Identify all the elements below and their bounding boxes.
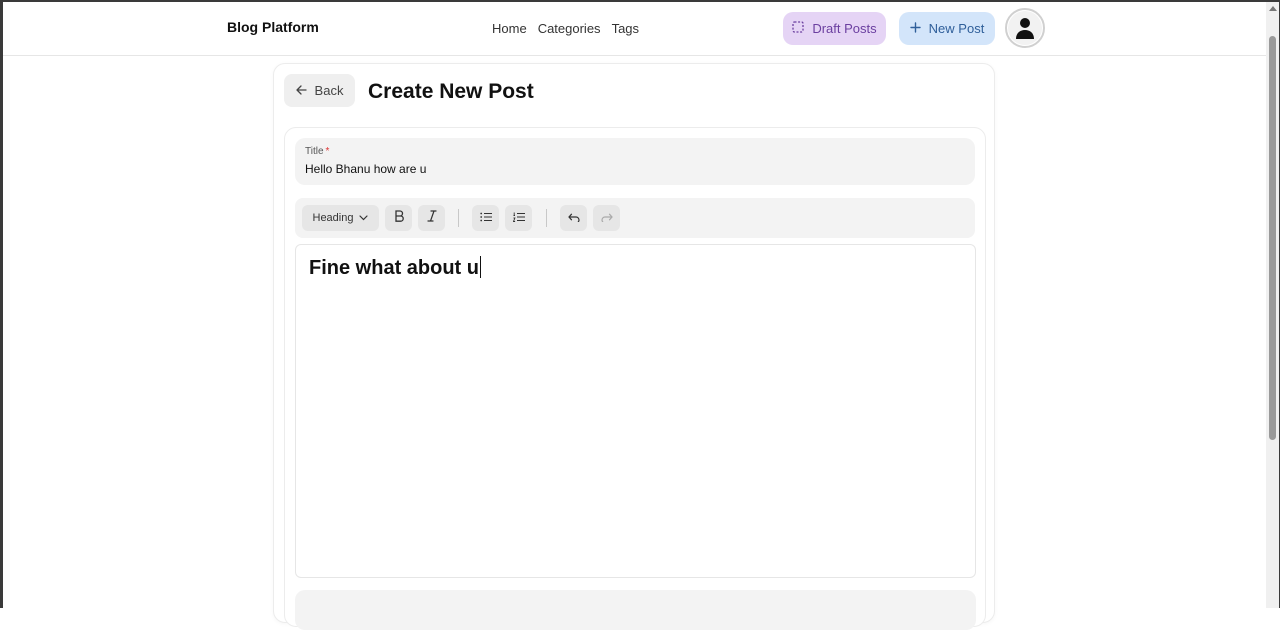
back-button[interactable]: Back bbox=[284, 74, 355, 107]
avatar[interactable] bbox=[1005, 8, 1045, 48]
user-icon bbox=[1008, 11, 1042, 45]
scroll-up-arrow-icon[interactable] bbox=[1269, 6, 1277, 11]
nav-link-home[interactable]: Home bbox=[492, 21, 527, 36]
new-post-button[interactable]: New Post bbox=[899, 12, 995, 45]
required-mark: * bbox=[325, 146, 330, 157]
title-label: Title * bbox=[305, 146, 330, 157]
bold-icon bbox=[394, 209, 404, 227]
create-post-card: Back Create New Post Title* Heading bbox=[273, 63, 995, 630]
page-scrollbar[interactable] bbox=[1266, 2, 1279, 608]
nav-links: Home Categories Tags bbox=[492, 21, 650, 36]
editor-toolbar: Heading bbox=[295, 198, 975, 238]
bold-button[interactable] bbox=[385, 205, 412, 231]
page-title: Create New Post bbox=[368, 80, 534, 103]
brand-logo[interactable]: Blog Platform bbox=[227, 19, 319, 35]
post-form: Title* Heading bbox=[284, 127, 986, 630]
top-navbar: Blog Platform Home Categories Tags Draft… bbox=[3, 2, 1266, 56]
form-footer-section bbox=[295, 590, 976, 630]
dashed-square-icon bbox=[792, 21, 804, 36]
toolbar-divider bbox=[458, 209, 459, 227]
nav-link-tags[interactable]: Tags bbox=[612, 21, 639, 36]
back-label: Back bbox=[314, 83, 344, 98]
title-field[interactable]: Title * bbox=[295, 138, 975, 185]
redo-button[interactable] bbox=[593, 205, 620, 231]
toolbar-divider bbox=[546, 209, 547, 227]
rich-text-editor[interactable]: Fine what about u bbox=[295, 244, 976, 578]
italic-icon bbox=[426, 209, 437, 227]
ordered-list-icon bbox=[512, 209, 525, 227]
draft-posts-button[interactable]: Draft Posts bbox=[783, 12, 886, 45]
scrollbar-thumb[interactable] bbox=[1269, 36, 1276, 440]
chevron-down-icon bbox=[359, 212, 369, 224]
title-input[interactable] bbox=[305, 160, 965, 178]
draft-posts-label: Draft Posts bbox=[812, 21, 877, 36]
editor-heading[interactable]: Fine what about u bbox=[309, 256, 481, 280]
undo-button[interactable] bbox=[560, 205, 587, 231]
arrow-left-icon bbox=[295, 83, 307, 98]
italic-button[interactable] bbox=[418, 205, 445, 231]
new-post-label: New Post bbox=[928, 21, 985, 36]
ordered-list-button[interactable] bbox=[505, 205, 532, 231]
block-type-label: Heading bbox=[312, 212, 354, 224]
bullet-list-button[interactable] bbox=[472, 205, 499, 231]
redo-icon bbox=[600, 209, 613, 227]
text-caret bbox=[480, 256, 481, 278]
undo-icon bbox=[567, 209, 580, 227]
block-type-select[interactable]: Heading bbox=[302, 205, 379, 231]
nav-link-categories[interactable]: Categories bbox=[538, 21, 601, 36]
bullet-list-icon bbox=[479, 209, 492, 227]
plus-icon bbox=[909, 21, 921, 36]
